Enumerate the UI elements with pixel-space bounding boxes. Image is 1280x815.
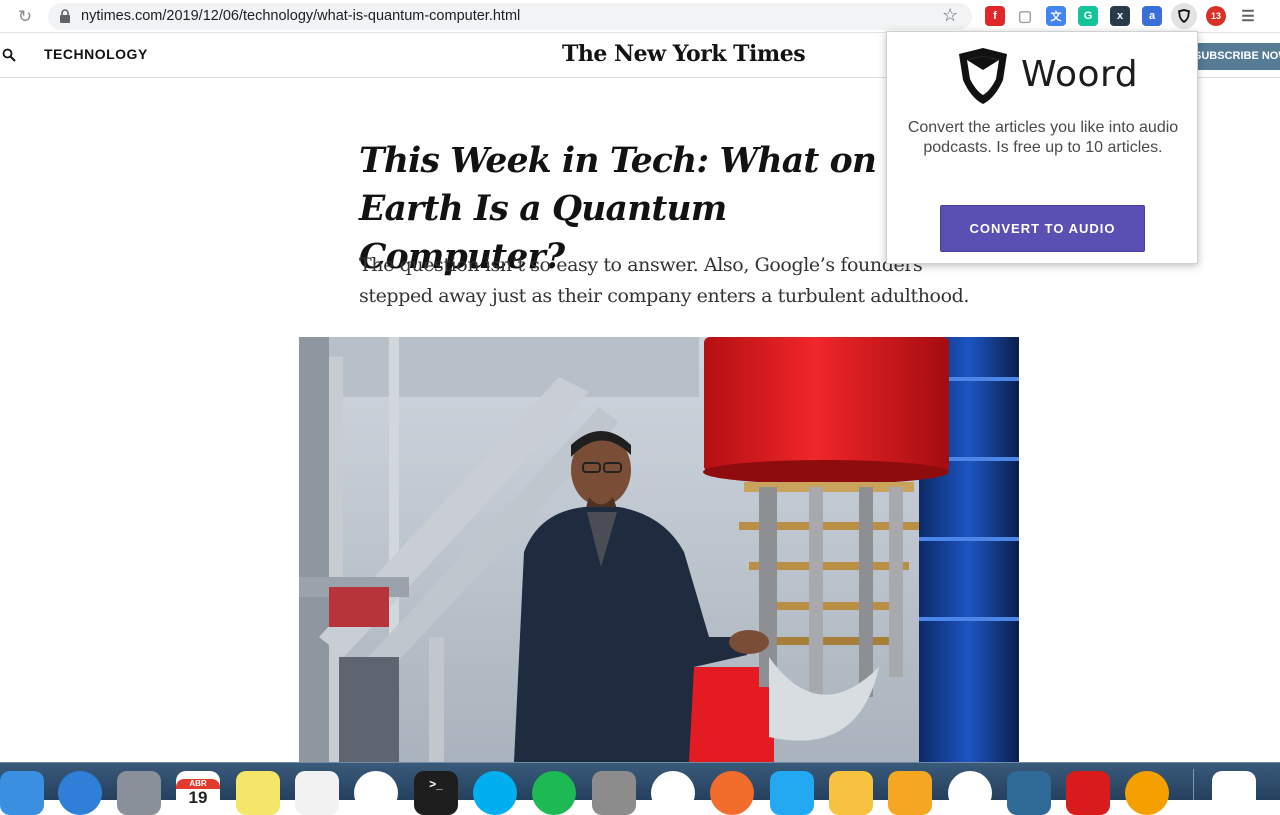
woord-ext-icon[interactable] bbox=[1171, 3, 1197, 29]
terminal-icon[interactable]: >_ bbox=[414, 771, 458, 815]
woord-app-icon[interactable] bbox=[1212, 771, 1256, 815]
vlc-icon[interactable] bbox=[1125, 771, 1169, 815]
tab-ext-icon[interactable]: ▢ bbox=[1015, 6, 1035, 26]
search-icon[interactable] bbox=[2, 48, 16, 62]
nyt-logo[interactable]: The New York Times bbox=[562, 41, 806, 67]
convert-to-audio-button[interactable]: CONVERT TO AUDIO bbox=[940, 205, 1145, 252]
dock-separator bbox=[1193, 769, 1194, 801]
quantum-computer-photo bbox=[299, 337, 1019, 762]
slack-icon[interactable] bbox=[651, 771, 695, 815]
notes-icon[interactable] bbox=[236, 771, 280, 815]
adblock-ext-icon[interactable]: a bbox=[1142, 6, 1162, 26]
bookmark-star-icon[interactable]: ☆ bbox=[942, 5, 958, 26]
textedit-icon[interactable] bbox=[295, 771, 339, 815]
woord-description: Convert the articles you like into audio… bbox=[907, 119, 1179, 156]
flipboard-ext-icon[interactable]: f bbox=[985, 6, 1005, 26]
woord-brand: Woord bbox=[1021, 54, 1139, 95]
calendar-day: 19 bbox=[188, 788, 208, 807]
section-link[interactable]: TECHNOLOGY bbox=[44, 46, 148, 62]
acrobat-icon[interactable] bbox=[1066, 771, 1110, 815]
browser-toolbar: ↻ nytimes.com/2019/12/06/technology/what… bbox=[0, 0, 1280, 33]
article-photo bbox=[299, 337, 1019, 762]
subscribe-button[interactable]: SUBSCRIBE NOW bbox=[1188, 43, 1280, 70]
mysql-workbench-icon[interactable] bbox=[1007, 771, 1051, 815]
lock-icon bbox=[60, 9, 70, 23]
transmit-icon[interactable] bbox=[888, 771, 932, 815]
postman-icon[interactable] bbox=[710, 771, 754, 815]
woord-shield-icon bbox=[959, 48, 1007, 104]
spotify-icon[interactable] bbox=[532, 771, 576, 815]
finder-icon[interactable] bbox=[0, 771, 44, 815]
badge-ext-icon[interactable]: 13 bbox=[1206, 6, 1226, 26]
sketch-icon[interactable] bbox=[829, 771, 873, 815]
reader-ext-icon[interactable]: ☰ bbox=[1238, 6, 1258, 26]
calendar-icon[interactable]: ABR 19 bbox=[176, 771, 220, 815]
grammarly-ext-icon[interactable]: G bbox=[1078, 6, 1098, 26]
itunes-icon[interactable] bbox=[948, 771, 992, 815]
woord-popup: Woord Convert the articles you like into… bbox=[886, 31, 1198, 264]
chrome-icon[interactable] bbox=[354, 771, 398, 815]
translate-ext-icon[interactable]: 文 bbox=[1046, 6, 1066, 26]
url-text: nytimes.com/2019/12/06/technology/what-i… bbox=[81, 8, 521, 24]
safari-icon[interactable] bbox=[58, 771, 102, 815]
macos-dock: ABR 19 >_ bbox=[0, 762, 1280, 815]
x-ext-icon[interactable]: x bbox=[1110, 6, 1130, 26]
launchpad-icon[interactable] bbox=[117, 771, 161, 815]
reload-icon[interactable]: ↻ bbox=[14, 6, 36, 28]
vscode-icon[interactable] bbox=[770, 771, 814, 815]
system-preferences-icon[interactable] bbox=[592, 771, 636, 815]
skype-icon[interactable] bbox=[473, 771, 517, 815]
address-bar[interactable]: nytimes.com/2019/12/06/technology/what-i… bbox=[48, 3, 972, 30]
